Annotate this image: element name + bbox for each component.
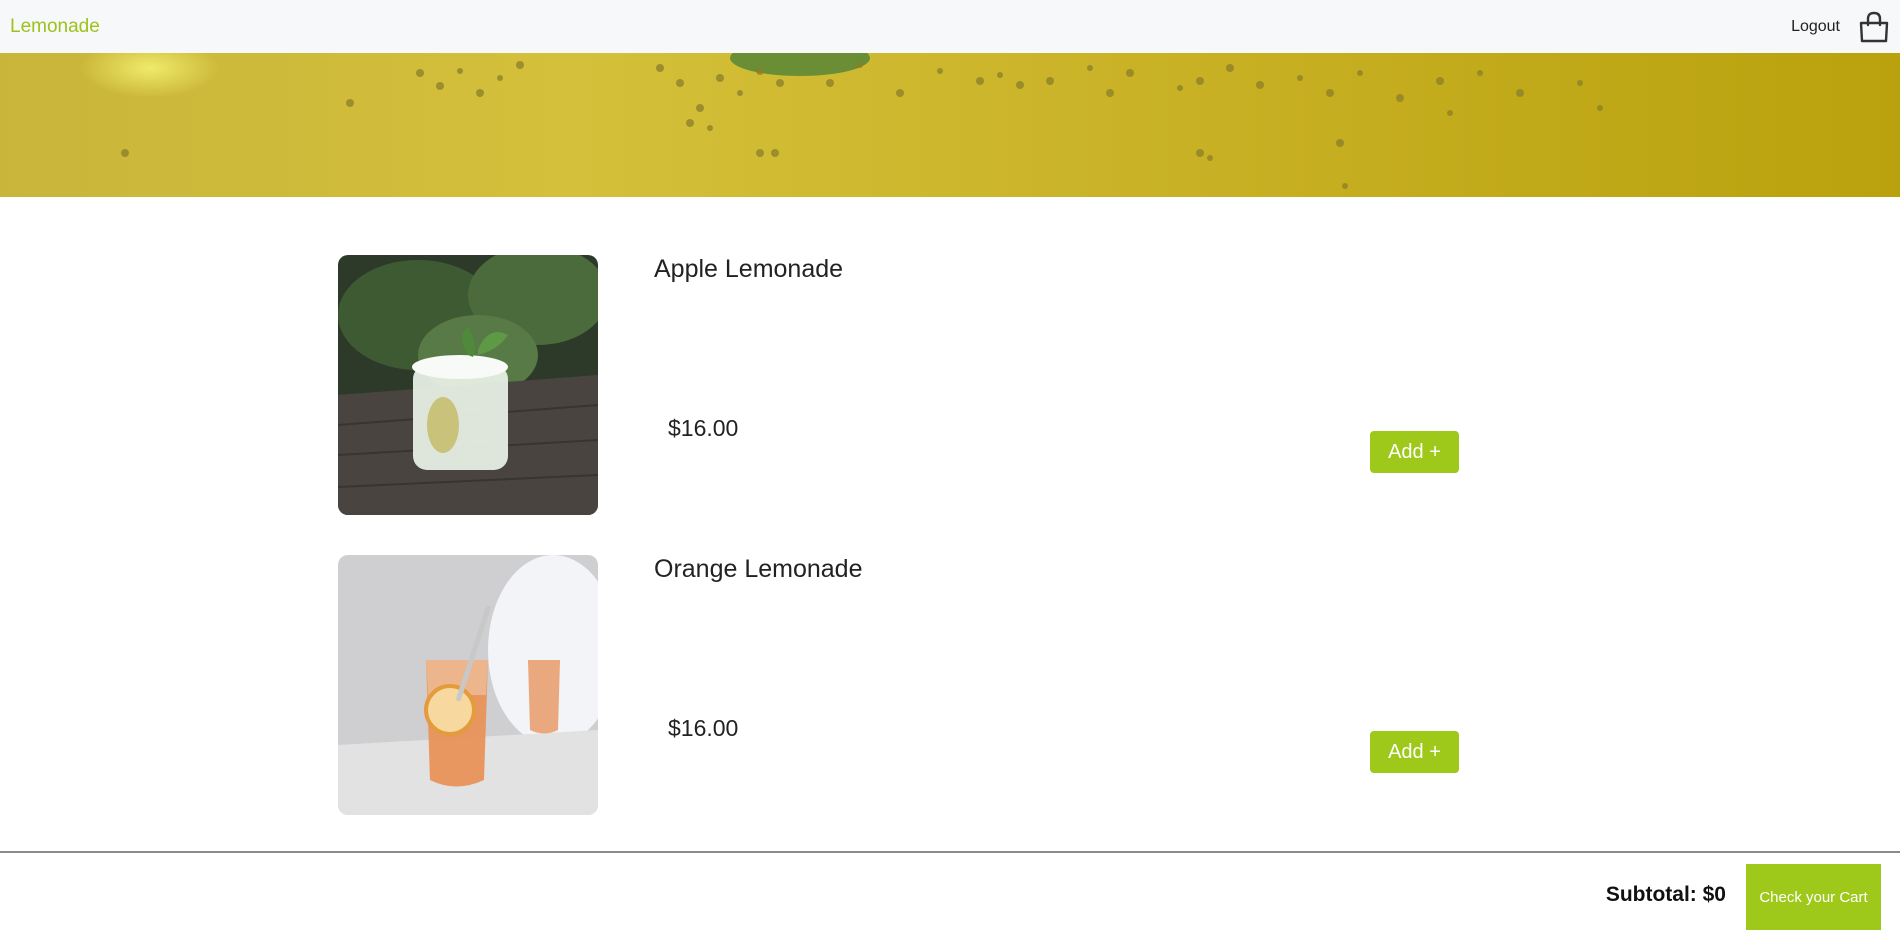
add-to-cart-button[interactable]: Add +: [1370, 731, 1459, 773]
shopping-bag-icon: [1859, 11, 1889, 42]
hero-bubbles-image: [80, 53, 1603, 189]
subtotal-label: Subtotal: $0: [1605, 883, 1726, 906]
product-image: [338, 555, 598, 815]
check-cart-button[interactable]: Check your Cart: [1746, 864, 1881, 930]
cart-button[interactable]: [1858, 11, 1890, 43]
product-card: Apple Lemonade $16.00 Add +: [338, 255, 1459, 515]
product-image: [338, 255, 598, 515]
product-name: Apple Lemonade: [654, 255, 844, 283]
navbar: Lemonade Logout: [0, 0, 1900, 53]
logout-link[interactable]: Logout: [1791, 18, 1840, 36]
product-price: $16.00: [668, 415, 739, 441]
product-card: Orange Lemonade $16.00 Add +: [338, 555, 1459, 815]
product-price: $16.00: [668, 715, 739, 741]
nav-right: Logout: [1791, 11, 1890, 43]
brand-link[interactable]: Lemonade: [10, 16, 100, 38]
hero-banner: [0, 53, 1900, 197]
cart-footer: Subtotal: $0 Check your Cart: [0, 851, 1900, 935]
product-name: Orange Lemonade: [654, 555, 863, 583]
add-to-cart-button[interactable]: Add +: [1370, 431, 1459, 473]
